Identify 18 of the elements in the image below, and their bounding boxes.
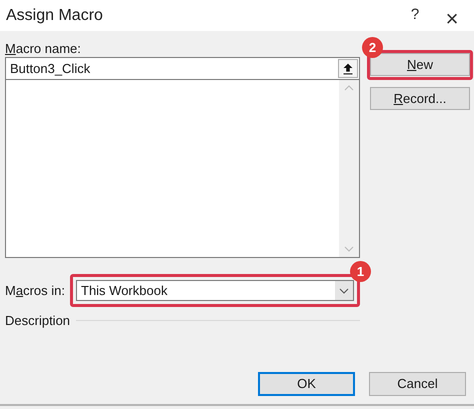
macros-in-dropdown[interactable]: This Workbook [76, 280, 354, 301]
callout-badge: 2 [362, 37, 383, 58]
help-button[interactable]: ? [400, 2, 430, 30]
dropdown-caret-icon[interactable] [335, 281, 353, 300]
dialog-button[interactable]: Record... [370, 87, 470, 110]
dialog-button[interactable]: Cancel [369, 372, 466, 396]
close-button[interactable]: × [430, 2, 474, 30]
macro-name-field[interactable]: Button3_Click [5, 57, 360, 80]
scroll-down-icon[interactable] [344, 246, 354, 252]
scrollbar[interactable] [339, 80, 359, 257]
scroll-up-icon[interactable] [344, 85, 354, 91]
dialog-button[interactable]: OK [258, 372, 355, 396]
window-title: Assign Macro [6, 6, 103, 26]
description-label: Description [5, 312, 70, 330]
dialog-button[interactable]: New [370, 53, 470, 76]
callout-badge: 1 [350, 261, 371, 282]
macro-name-label: Macro name: [5, 40, 82, 57]
macros-in-label: Macros in: [5, 282, 66, 300]
